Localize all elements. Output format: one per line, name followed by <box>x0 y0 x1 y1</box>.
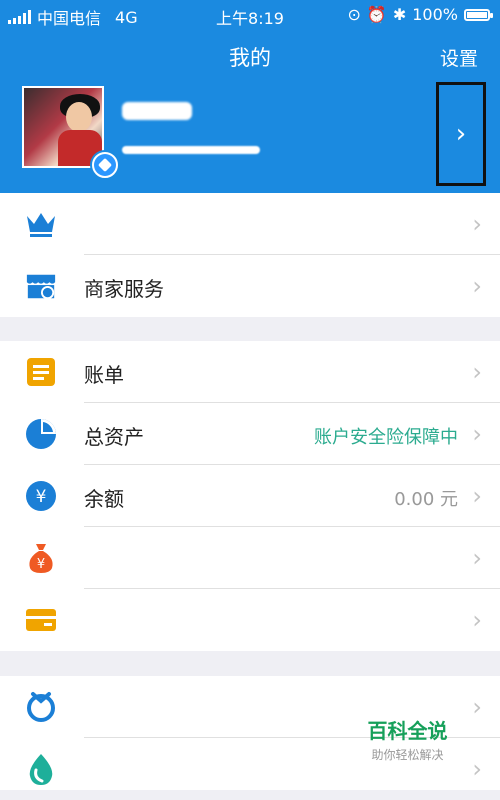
chevron-right-icon: › <box>472 358 482 386</box>
list-item-money-bag[interactable]: ¥ › <box>0 527 500 589</box>
svg-text:¥: ¥ <box>36 487 47 507</box>
assets-security-status: 账户安全险保障中 <box>314 427 458 448</box>
watermark-title: 百科全说 <box>367 719 448 743</box>
water-drop-icon <box>25 753 57 785</box>
balance-value: 0.00 元 <box>394 489 458 510</box>
store-icon <box>25 270 57 302</box>
rotation-lock-icon: ⊙ <box>347 5 361 24</box>
chevron-right-icon: › <box>472 420 482 448</box>
chevron-right-icon: › <box>472 693 482 721</box>
chevron-right-icon: › <box>472 544 482 572</box>
svg-text:¥: ¥ <box>37 557 45 572</box>
bill-icon <box>25 356 57 388</box>
credit-score-icon <box>25 691 57 723</box>
verified-badge-icon <box>90 150 120 180</box>
watermark: 百科全说 助你轻松解决 <box>350 715 465 763</box>
merchant-services-label: 商家服务 <box>84 277 164 301</box>
list-item-total-assets[interactable]: 总资产 账户安全险保障中 › <box>0 403 500 465</box>
watermark-subtitle: 助你轻松解决 <box>371 748 444 762</box>
chevron-right-icon: › <box>472 272 482 300</box>
crown-icon <box>25 208 57 240</box>
settings-button[interactable]: 设置 <box>440 44 478 71</box>
pie-chart-icon <box>25 418 57 450</box>
list-item-bank-card[interactable]: › <box>0 589 500 651</box>
section-membership: › 商家服务 › <box>0 193 500 317</box>
bank-card-icon <box>25 604 57 636</box>
yuan-coin-icon: ¥ <box>25 480 57 512</box>
chevron-right-icon: › <box>455 119 467 149</box>
bill-label: 账单 <box>84 363 124 387</box>
battery-icon <box>464 8 493 21</box>
profile-header: 中国电信 4G 上午8:19 ⊙ ⏰ ✱ 100% 我的 设置 › <box>0 0 500 193</box>
chevron-right-icon: › <box>472 210 482 238</box>
status-bar: 中国电信 4G 上午8:19 ⊙ ⏰ ✱ 100% <box>0 0 500 28</box>
bluetooth-icon: ✱ <box>392 5 407 24</box>
profile-detail-button[interactable]: › <box>436 82 486 186</box>
money-bag-icon: ¥ <box>25 542 57 574</box>
list-item-balance[interactable]: ¥ 余额 0.00 元 › <box>0 465 500 527</box>
section-finance: 账单 › 总资产 账户安全险保障中 › ¥ 余额 0.00 元 › ¥ › › <box>0 341 500 651</box>
chevron-right-icon: › <box>472 755 482 783</box>
list-item-merchant-services[interactable]: 商家服务 › <box>0 255 500 317</box>
page-title: 我的 <box>229 46 271 70</box>
list-item-membership[interactable]: › <box>0 193 500 255</box>
chevron-right-icon: › <box>472 482 482 510</box>
alarm-icon: ⏰ <box>366 5 387 24</box>
battery-percent: 100% <box>412 5 458 24</box>
total-assets-label: 总资产 <box>84 425 144 449</box>
list-item-bill[interactable]: 账单 › <box>0 341 500 403</box>
redacted-account <box>122 146 260 154</box>
chevron-right-icon: › <box>472 606 482 634</box>
redacted-username <box>122 102 192 120</box>
balance-label: 余额 <box>84 487 124 511</box>
